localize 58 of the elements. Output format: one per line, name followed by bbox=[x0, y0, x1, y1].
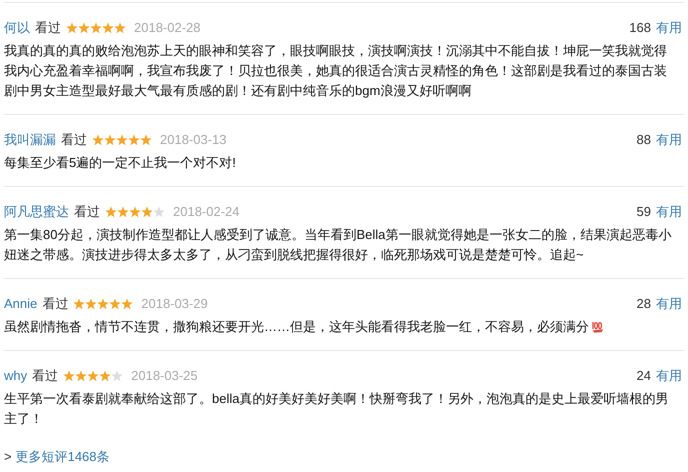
star-icon bbox=[66, 22, 78, 34]
star-icon bbox=[116, 134, 128, 146]
star-icon bbox=[117, 206, 129, 218]
star-icon bbox=[104, 134, 116, 146]
chevron-text: > bbox=[4, 448, 12, 466]
star-icon bbox=[105, 206, 117, 218]
review-text: 虽然剧情拖沓，情节不连贯，撒狗粮还要开光……但是，这年头能看得我老脸一红，不容易，必须满分 bbox=[4, 319, 589, 334]
star-icon bbox=[92, 134, 104, 146]
star-icon bbox=[102, 22, 114, 34]
useful-link[interactable]: 有用 bbox=[656, 18, 682, 38]
review-date: 2018-02-24 bbox=[173, 203, 240, 222]
vote-count: 88 bbox=[636, 131, 651, 150]
star-icon bbox=[141, 206, 153, 218]
watched-label: 看过 bbox=[42, 295, 68, 314]
review-text: 生平第一次看泰剧就奉献给这部了。bella真的好美好美好美啊！快掰弯我了！另外，泡泡真的是史上最爱听墙根的男主了！ bbox=[4, 391, 668, 426]
star-icon bbox=[109, 298, 122, 310]
star-icon bbox=[121, 298, 134, 310]
review-date: 2018-03-25 bbox=[131, 367, 198, 386]
star-icon bbox=[75, 370, 88, 382]
star-icon bbox=[99, 370, 112, 382]
useful-link[interactable]: 有用 bbox=[656, 294, 682, 314]
star-icon bbox=[73, 298, 86, 310]
review-text: 我真的真的真的败给泡泡苏上天的眼神和笑容了，眼技啊眼技，演技啊演技！沉溺其中不能自拔！坤屁一笑我就觉得我内心充盈着幸福啊啊，我宣布我废了！贝拉也很美，她真的很适合演古灵精怪的角色！这部剧是我看过的泰国古装剧中男女主造型最好最大气最有质感的剧！还有剧中纯音乐的bgm浪漫又好听啊啊 bbox=[4, 43, 667, 98]
vote-count: 24 bbox=[636, 367, 651, 386]
star-icon bbox=[97, 298, 110, 310]
watched-label: 看过 bbox=[32, 367, 58, 386]
username-link[interactable]: 我叫漏漏 bbox=[4, 130, 56, 150]
star-icon bbox=[128, 134, 140, 146]
star-icon bbox=[153, 206, 165, 218]
username-link[interactable]: why bbox=[4, 366, 28, 386]
useful-link[interactable]: 有用 bbox=[656, 366, 682, 386]
useful-link[interactable]: 有用 bbox=[656, 130, 682, 150]
hundred-points-icon bbox=[591, 319, 605, 333]
more-reviews-link[interactable]: 更多短评1468条 bbox=[16, 447, 110, 467]
star-icon bbox=[78, 22, 90, 34]
username-link[interactable]: 何以 bbox=[4, 18, 30, 38]
review-text: 第一集80分起，演技制作造型都让人感受到了诚意。当年看到Bella第一眼就觉得她是一张女二的脸，结果演起恶毒小妞迷之带感。演技进步得太多太多了，从刁蛮到脱线把握得很好，临死那场戏可说是楚楚可怜。追起~ bbox=[4, 227, 672, 262]
star-icon bbox=[140, 134, 152, 146]
watched-label: 看过 bbox=[35, 19, 61, 38]
star-icon bbox=[114, 22, 126, 34]
star-icon bbox=[63, 370, 76, 382]
vote-count: 59 bbox=[636, 203, 651, 222]
star-icon bbox=[90, 22, 102, 34]
review-date: 2018-03-29 bbox=[141, 295, 208, 314]
star-icon bbox=[85, 298, 98, 310]
star-icon bbox=[87, 370, 100, 382]
username-link[interactable]: 阿凡思蜜达 bbox=[4, 202, 69, 222]
vote-count: 28 bbox=[636, 295, 651, 314]
review-text: 每集至少看5遍的一定不止我一个对不对! bbox=[4, 155, 236, 170]
star-icon bbox=[111, 370, 124, 382]
watched-label: 看过 bbox=[61, 131, 87, 150]
review-date: 2018-02-28 bbox=[134, 19, 200, 38]
vote-count: 168 bbox=[629, 19, 651, 38]
watched-label: 看过 bbox=[74, 203, 100, 222]
star-icon bbox=[129, 206, 141, 218]
review-date: 2018-03-13 bbox=[160, 131, 226, 150]
useful-link[interactable]: 有用 bbox=[656, 202, 682, 222]
username-link[interactable]: Annie bbox=[4, 294, 38, 314]
